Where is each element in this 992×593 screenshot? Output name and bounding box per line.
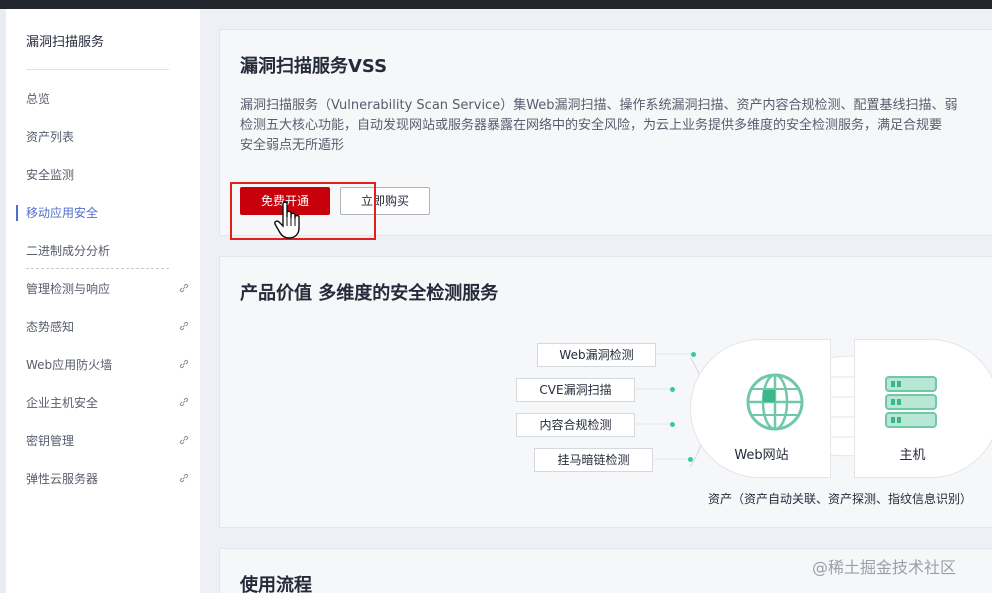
asset-caption: 资产（资产自动关联、资产探测、指纹信息识别） [708,492,973,506]
sidebar-item-waf[interactable]: Web应用防火墙 [26,355,196,375]
value-card: 产品价值 多维度的安全检测服务 Web漏洞检测 CVE漏洞扫描 内容合规检测 挂… [219,256,992,528]
server-icon [885,376,937,428]
link-icon [179,359,189,369]
sidebar-item-mdr[interactable]: 管理检测与响应 [26,279,196,299]
connector-dot [670,387,675,392]
sidebar: 漏洞扫描服务 总览 资产列表 安全监测 移动应用安全 二进制成分分析 管理检测与… [0,9,200,593]
asset-host-label: 主机 [899,448,926,463]
feature-trojan-link: 挂马暗链检测 [534,448,653,472]
feature-content-compliance: 内容合规检测 [516,413,635,437]
sidebar-item-security-monitoring[interactable]: 安全监测 [26,165,196,185]
service-description: 漏洞扫描服务（Vulnerability Scan Service）集Web漏洞… [240,98,958,153]
capability-diagram: Web漏洞检测 CVE漏洞扫描 内容合规检测 挂马暗链检测 Web网站 主机 资… [220,257,992,529]
hand-cursor-icon [274,201,300,239]
top-bar [0,0,992,9]
sidebar-item-ecs[interactable]: 弹性云服务器 [26,469,196,489]
process-title: 使用流程 [240,575,312,593]
sidebar-item-binary-analysis[interactable]: 二进制成分分析 [26,241,196,261]
sidebar-item-host-security[interactable]: 企业主机安全 [26,393,196,413]
asset-web-label: Web网站 [734,448,789,463]
link-icon [179,473,189,483]
watermark: @稀土掘金技术社区 [812,558,957,577]
sidebar-dashed-divider [26,268,169,269]
active-indicator [16,205,18,221]
sidebar-item-overview[interactable]: 总览 [26,89,196,109]
sidebar-item-key-management[interactable]: 密钥管理 [26,431,196,451]
link-icon [179,283,189,293]
globe-icon [746,373,804,431]
asset-host: 主机 [854,339,992,478]
feature-cve-scan: CVE漏洞扫描 [516,378,635,402]
asset-web-site: Web网站 [690,339,831,478]
page-title: 漏洞扫描服务VSS [240,56,388,77]
connector-dot [670,422,675,427]
sidebar-item-mobile-app-security[interactable]: 移动应用安全 [16,203,196,223]
link-icon [179,397,189,407]
link-icon [179,435,189,445]
sidebar-title: 漏洞扫描服务 [26,35,105,50]
intro-card: 漏洞扫描服务VSS 漏洞扫描服务（Vulnerability Scan Serv… [219,29,992,240]
sidebar-item-situation-awareness[interactable]: 态势感知 [26,317,196,337]
sidebar-item-asset-list[interactable]: 资产列表 [26,127,196,147]
feature-web-vuln: Web漏洞检测 [537,343,656,367]
link-icon [179,321,189,331]
connector-dot [691,352,696,357]
sidebar-divider [26,69,169,70]
